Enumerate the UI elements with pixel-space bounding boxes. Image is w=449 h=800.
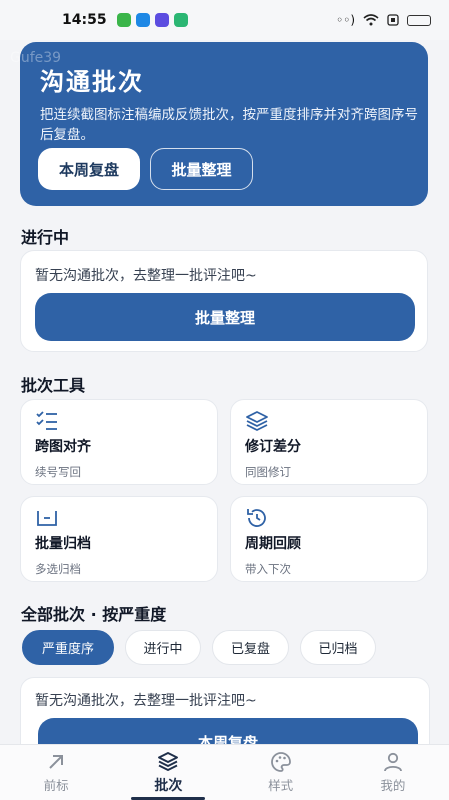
arrow-up-right-icon: [49, 755, 64, 769]
tool-subtitle: 带入下次: [245, 562, 291, 576]
in-progress-organize-button[interactable]: 批量整理: [35, 293, 415, 341]
tool-card-cross-align[interactable]: 跨图对齐 续号写回: [20, 399, 218, 485]
section-title-tools: 批次工具: [21, 376, 86, 395]
tool-name: 批量归档: [35, 536, 91, 552]
hero-description: 把连续截图标注稿编成反馈批次，按严重度排序并对齐跨图序号后复盘。: [40, 107, 418, 143]
status-time: 14:55: [62, 12, 107, 28]
wechat-notification-icon: [116, 13, 131, 27]
nav-label: 前标: [43, 778, 69, 793]
nav-label: 我的: [380, 778, 406, 793]
palette-icon: [270, 752, 291, 772]
filter-chip-in-progress[interactable]: 进行中: [125, 630, 201, 665]
filter-chip-archived[interactable]: 已归档: [300, 630, 376, 665]
list-check-icon: [36, 411, 57, 430]
tool-card-batch-archive[interactable]: 批量归档 多选归档: [20, 496, 218, 582]
filter-chip-severity[interactable]: 严重度序: [22, 630, 114, 665]
tool-name: 周期回顾: [245, 536, 301, 552]
vibrate-icon: ◦◦): [336, 13, 355, 27]
weekly-review-button[interactable]: 本周复盘: [38, 148, 140, 190]
tool-subtitle: 同图修订: [245, 465, 291, 479]
nav-label: 批次: [154, 777, 183, 794]
batch-organize-button[interactable]: 批量整理: [150, 148, 253, 190]
empty-state-text: 暂无沟通批次，去整理一批评注吧~: [35, 268, 257, 284]
tool-card-period-review[interactable]: 周期回顾 带入下次: [230, 496, 428, 582]
in-progress-card: 暂无沟通批次，去整理一批评注吧~ 批量整理: [20, 250, 428, 352]
hero-card: 沟通批次 把连续截图标注稿编成反馈批次，按严重度排序并对齐跨图序号后复盘。 本周…: [20, 42, 428, 206]
filter-chip-reviewed[interactable]: 已复盘: [212, 630, 289, 665]
nav-tab-front[interactable]: 前标: [0, 745, 112, 800]
tool-name: 修订差分: [245, 439, 301, 455]
message-notification-icon: [154, 13, 169, 27]
tool-subtitle: 多选归档: [35, 562, 81, 576]
nav-tab-style[interactable]: 样式: [225, 745, 337, 800]
sim-icon: [387, 14, 399, 26]
tool-card-revision-diff[interactable]: 修订差分 同图修订: [230, 399, 428, 485]
battery-icon: [407, 14, 431, 26]
user-icon: [383, 752, 402, 772]
section-title-in-progress: 进行中: [21, 228, 70, 247]
section-title-all-batches: 全部批次 · 按严重度: [21, 605, 167, 624]
app-notification-icon: [135, 13, 150, 27]
history-icon: [247, 509, 266, 527]
layers-icon: [158, 751, 179, 771]
tool-name: 跨图对齐: [35, 439, 91, 455]
watermark: Gufe39: [10, 50, 62, 66]
layers-icon: [246, 411, 268, 431]
tip-notification-icon: [173, 13, 188, 27]
empty-state-text: 暂无沟通批次，去整理一批评注吧~: [35, 693, 257, 709]
hero-title: 沟通批次: [40, 68, 144, 96]
nav-tab-me[interactable]: 我的: [337, 745, 449, 800]
tool-subtitle: 续号写回: [35, 465, 81, 479]
nav-label: 样式: [268, 778, 294, 793]
status-bar: 14:55 ◦◦): [0, 0, 449, 40]
wifi-icon: [363, 14, 379, 26]
nav-tab-batch[interactable]: 批次: [112, 745, 224, 800]
bottom-navigation: 前标 批次 样式 我的: [0, 744, 449, 800]
archive-tray-icon: [37, 511, 57, 526]
